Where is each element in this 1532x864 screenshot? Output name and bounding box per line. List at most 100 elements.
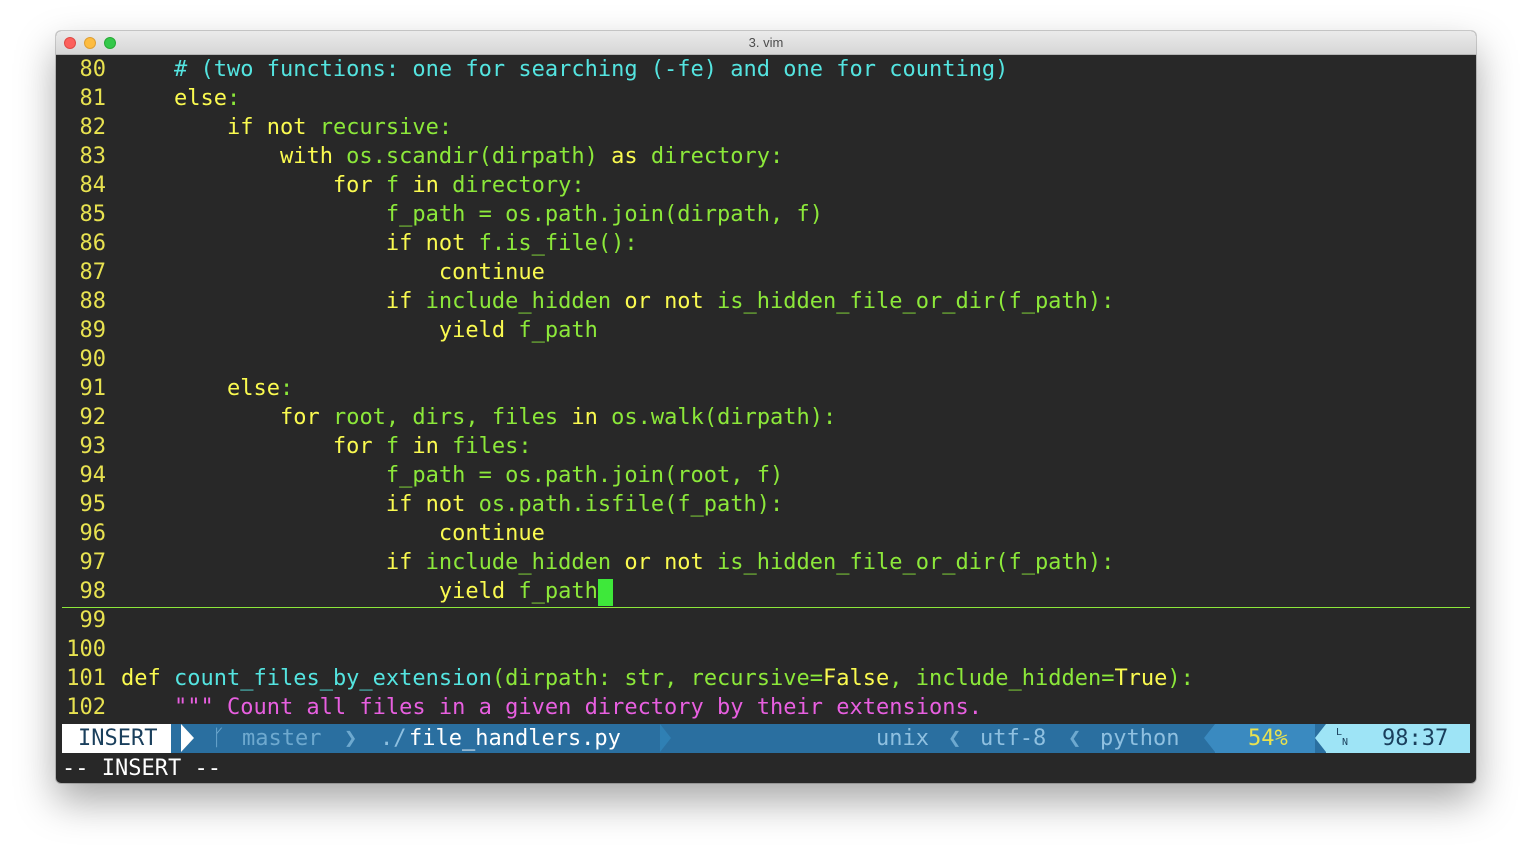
code-line[interactable]: 86 if not f.is_file(): <box>56 229 1476 258</box>
file-type: python <box>1100 726 1180 751</box>
code-line[interactable]: 102 """ Count all files in a given direc… <box>56 693 1476 722</box>
code-line[interactable]: 80 # (two functions: one for searching (… <box>56 55 1476 84</box>
line-number: 92 <box>79 405 107 430</box>
line-code: f_path = os.path.join(root, f) <box>121 463 783 488</box>
cursor-position: 98:37 <box>1382 726 1449 751</box>
line-code: """ Count all files in a given directory… <box>121 695 982 720</box>
line-number: 97 <box>79 550 107 575</box>
code-line[interactable]: 98 yield f_path <box>56 577 1476 608</box>
file-encoding: utf-8 <box>980 726 1047 751</box>
code-token: with <box>279 144 333 169</box>
line-code: else: <box>121 86 240 111</box>
line-code: yield f_path <box>121 318 598 343</box>
code-token: if not <box>226 115 307 140</box>
line-code: if include_hidden or not is_hidden_file_… <box>121 289 1115 314</box>
file-name: file_handlers.py <box>409 726 621 751</box>
code-token: if <box>385 550 413 575</box>
line-code: for root, dirs, files in os.walk(dirpath… <box>121 405 836 430</box>
code-token: else <box>173 86 227 111</box>
line-number: 102 <box>66 695 106 720</box>
line-number: 81 <box>79 86 107 111</box>
git-branch-name: master <box>242 726 322 751</box>
line-code: if not recursive: <box>121 115 452 140</box>
code-line[interactable]: 97 if include_hidden or not is_hidden_fi… <box>56 548 1476 577</box>
scroll-percent: 54% <box>1248 726 1288 751</box>
line-number: 100 <box>66 637 106 662</box>
branch-separator: ❯ <box>344 726 358 751</box>
code-line[interactable]: 101 def count_files_by_extension(dirpath:… <box>56 664 1476 693</box>
code-token: f_path = os.path.join(dirpath, f) <box>385 202 823 227</box>
code-token: (dirpath: str, recursive= <box>491 666 824 691</box>
line-number: 91 <box>79 376 107 401</box>
code-token: as <box>611 144 638 169</box>
terminal-window: 3. vim 80 # (two functions: one for sear… <box>56 31 1476 783</box>
vim-editor-buffer[interactable]: 80 # (two functions: one for searching (… <box>56 55 1476 723</box>
code-token: , include_hidden= <box>889 666 1115 691</box>
code-line[interactable]: 94 f_path = os.path.join(root, f) <box>56 461 1476 490</box>
line-number: 90 <box>79 347 107 372</box>
code-token: : <box>279 376 294 401</box>
code-token: """ Count all files in a given directory… <box>173 695 982 720</box>
code-line[interactable]: 90 <box>56 345 1476 374</box>
line-code: if not f.is_file(): <box>121 231 638 256</box>
code-token: f.is_file(): <box>465 231 638 256</box>
code-line[interactable]: 99 <box>56 606 1476 635</box>
line-number: 93 <box>79 434 107 459</box>
code-line[interactable]: 85 f_path = os.path.join(dirpath, f) <box>56 200 1476 229</box>
code-token: in <box>412 434 439 459</box>
line-number: 99 <box>79 608 107 633</box>
code-line[interactable]: 88 if include_hidden or not is_hidden_fi… <box>56 287 1476 316</box>
code-token: for <box>279 405 320 430</box>
code-line[interactable]: 95 if not os.path.isfile(f_path): <box>56 490 1476 519</box>
code-line[interactable]: 83 with os.scandir(dirpath) as directory… <box>56 142 1476 171</box>
code-line[interactable]: 100 <box>56 635 1476 664</box>
code-token: : <box>226 86 241 111</box>
code-token: f_path = os.path.join(root, f) <box>385 463 784 488</box>
code-token: f_path <box>505 579 598 604</box>
percent-separator-arrow <box>1204 724 1215 752</box>
code-token: f <box>372 434 413 459</box>
mode-separator-arrow <box>181 724 194 752</box>
line-number: 94 <box>79 463 107 488</box>
code-line[interactable]: 96 continue <box>56 519 1476 548</box>
code-token: for <box>332 173 373 198</box>
code-line[interactable]: 87 continue <box>56 258 1476 287</box>
code-line[interactable]: 89 yield f_path <box>56 316 1476 345</box>
command-line[interactable]: -- INSERT -- <box>62 754 221 783</box>
code-token: os.scandir(dirpath) <box>332 144 612 169</box>
format-separator: ❮ <box>948 726 962 751</box>
code-line[interactable]: 92 for root, dirs, files in os.walk(dirp… <box>56 403 1476 432</box>
code-token: include_hidden <box>412 550 625 575</box>
line-code: continue <box>121 521 545 546</box>
code-line[interactable]: 91 else: <box>56 374 1476 403</box>
title-bar: 3. vim <box>56 31 1476 55</box>
line-number: 98 <box>79 579 107 604</box>
code-line[interactable]: 84 for f in directory: <box>56 171 1476 200</box>
line-number: 84 <box>79 173 107 198</box>
code-token: yield <box>438 318 506 343</box>
line-number: 82 <box>79 115 107 140</box>
line-code: yield f_path <box>121 578 613 606</box>
line-code: with os.scandir(dirpath) as directory: <box>121 144 783 169</box>
code-line[interactable]: 93 for f in files: <box>56 432 1476 461</box>
code-token: else <box>226 376 280 401</box>
code-token: ): <box>1167 666 1194 691</box>
line-code: if include_hidden or not is_hidden_file_… <box>121 550 1115 575</box>
code-line[interactable]: 81 else: <box>56 84 1476 113</box>
code-token: or not <box>624 289 704 314</box>
line-number: 87 <box>79 260 107 285</box>
code-token: or not <box>624 550 704 575</box>
file-format: unix <box>876 726 929 751</box>
code-line[interactable]: 82 if not recursive: <box>56 113 1476 142</box>
